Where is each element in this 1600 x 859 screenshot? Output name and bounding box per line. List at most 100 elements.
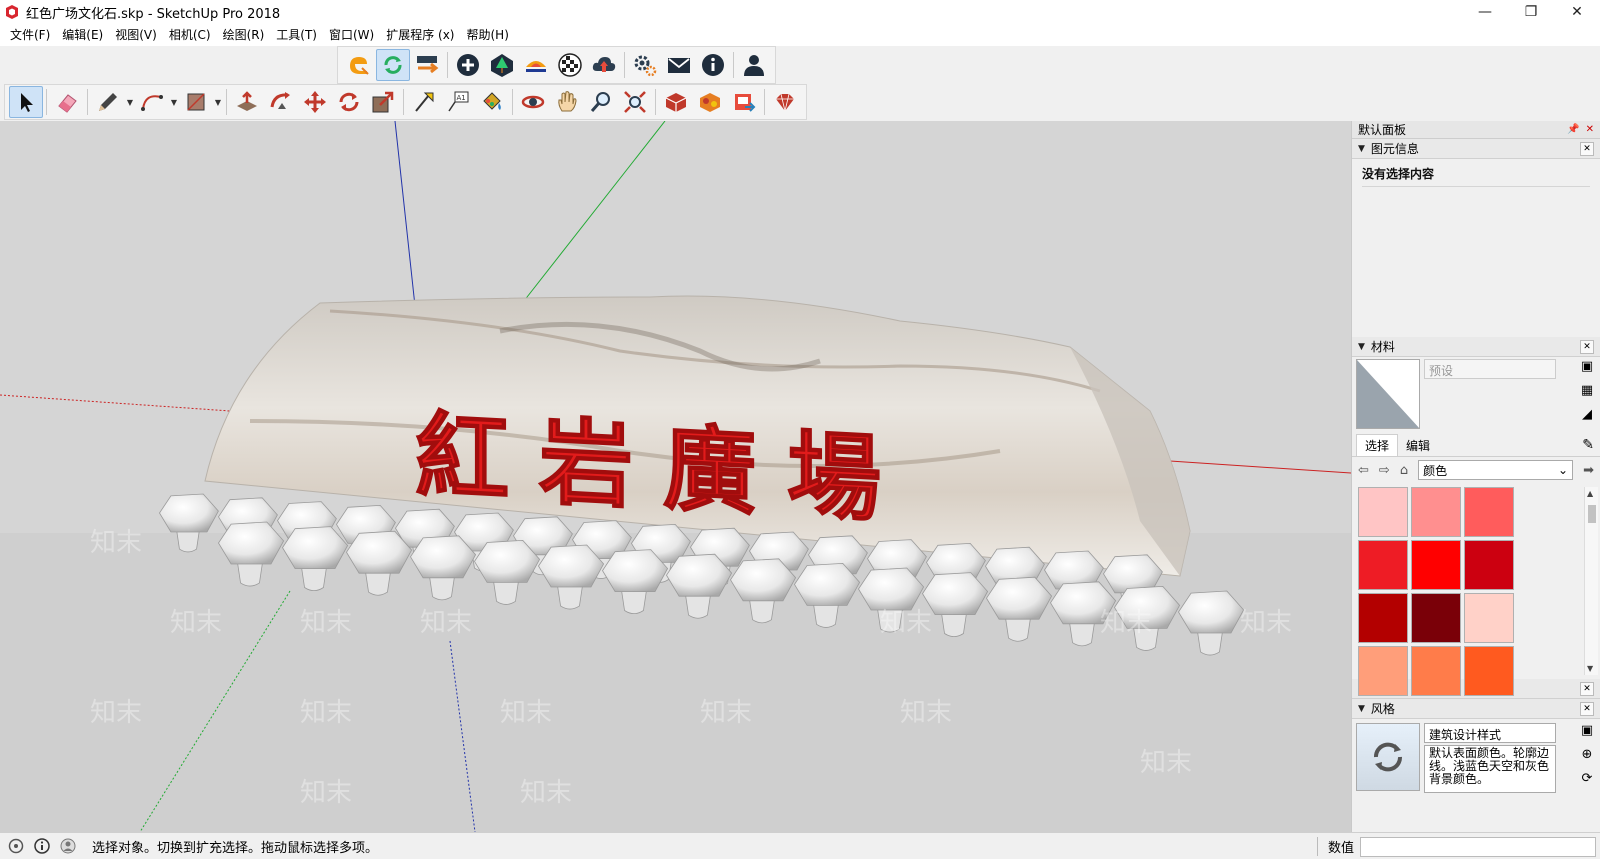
style-description-field[interactable]: 默认表面颜色。轮廓边线。浅蓝色天空和灰色背景颜色。: [1424, 745, 1556, 793]
zoom-icon[interactable]: [584, 86, 618, 118]
color-swatch[interactable]: [1358, 646, 1408, 696]
arc-icon[interactable]: [135, 86, 169, 118]
scale-icon[interactable]: [366, 86, 400, 118]
materials-header[interactable]: ▼ 材料 ✕: [1352, 337, 1600, 357]
chevron-down-icon[interactable]: ▼: [125, 86, 135, 118]
material-sample-icon[interactable]: ◢: [1578, 407, 1596, 425]
checker-icon[interactable]: [553, 49, 587, 81]
home-icon[interactable]: ⌂: [1400, 463, 1408, 478]
styles-header[interactable]: ▼ 风格 ✕: [1352, 699, 1600, 719]
color-swatch[interactable]: [1411, 593, 1461, 643]
send-to-layout-icon[interactable]: [727, 86, 761, 118]
back-arrow-icon[interactable]: ⇦: [1358, 463, 1369, 478]
info-icon[interactable]: [32, 836, 52, 856]
material-name-field[interactable]: 预设: [1424, 359, 1556, 379]
tab-edit[interactable]: 编辑: [1398, 435, 1438, 456]
forward-arrow-icon[interactable]: ⇨: [1379, 463, 1390, 478]
style-refresh-icon[interactable]: ⟳: [1578, 771, 1596, 789]
geo-location-icon[interactable]: [6, 836, 26, 856]
restore-button[interactable]: ❐: [1508, 0, 1554, 24]
pin-icon[interactable]: 📌: [1567, 124, 1579, 135]
menu-camera[interactable]: 相机(C): [163, 24, 217, 46]
rotate-icon[interactable]: [332, 86, 366, 118]
tab-select[interactable]: 选择: [1356, 434, 1399, 456]
model-scene[interactable]: 紅岩廣場 知末知末 知末 知末知末 知末 知末 知末知末知末知末 知末知末知末 知末: [0, 121, 1351, 832]
color-swatch[interactable]: [1464, 540, 1514, 590]
entity-info-header[interactable]: ▼ 图元信息 ✕: [1352, 139, 1600, 159]
style-create-icon[interactable]: ▣: [1578, 723, 1596, 741]
3d-warehouse-icon[interactable]: [659, 86, 693, 118]
extension-warehouse-icon[interactable]: [342, 49, 376, 81]
mail-icon[interactable]: [662, 49, 696, 81]
menu-window[interactable]: 窗口(W): [323, 24, 380, 46]
measurements-input[interactable]: [1360, 836, 1596, 857]
pencil-icon[interactable]: [91, 86, 125, 118]
style-name-field[interactable]: 建筑设计样式: [1424, 723, 1556, 743]
sync-icon[interactable]: [376, 49, 410, 81]
close-icon[interactable]: ✕: [1580, 701, 1594, 716]
details-arrow-icon[interactable]: ➡: [1583, 463, 1594, 478]
chevron-down-icon[interactable]: ▼: [169, 86, 179, 118]
menu-edit[interactable]: 编辑(E): [56, 24, 109, 46]
style-update-icon[interactable]: ⊕: [1578, 747, 1596, 765]
color-swatch[interactable]: [1464, 646, 1514, 696]
info-icon[interactable]: [696, 49, 730, 81]
scroll-down-icon[interactable]: ▼: [1587, 664, 1593, 673]
tree-icon[interactable]: [485, 49, 519, 81]
material-create-icon[interactable]: ▣: [1578, 359, 1596, 377]
zoom-extents-icon[interactable]: [618, 86, 652, 118]
color-swatch[interactable]: [1464, 593, 1514, 643]
close-icon[interactable]: ✕: [1586, 124, 1594, 135]
swatch-scrollbar[interactable]: ▲ ▼: [1584, 487, 1598, 675]
layers-icon[interactable]: [519, 49, 553, 81]
rectangle-icon[interactable]: [179, 86, 213, 118]
color-swatch[interactable]: [1358, 593, 1408, 643]
collapse-triangle-icon[interactable]: ▼: [1358, 704, 1365, 714]
color-swatch[interactable]: [1411, 540, 1461, 590]
menu-tools[interactable]: 工具(T): [270, 24, 323, 46]
menu-file[interactable]: 文件(F): [4, 24, 56, 46]
paint-bucket-icon[interactable]: [475, 86, 509, 118]
material-library-select[interactable]: 颜色 ⌄: [1418, 460, 1574, 480]
eyedropper-icon[interactable]: ✎: [1582, 437, 1594, 453]
color-swatch[interactable]: [1358, 487, 1408, 537]
material-default-icon[interactable]: ▦: [1578, 383, 1596, 401]
user-icon[interactable]: [737, 49, 771, 81]
menu-help[interactable]: 帮助(H): [460, 24, 514, 46]
close-icon[interactable]: ✕: [1580, 339, 1594, 354]
orbit-icon[interactable]: [516, 86, 550, 118]
menu-draw[interactable]: 绘图(R): [217, 24, 271, 46]
color-swatch[interactable]: [1411, 487, 1461, 537]
user-icon[interactable]: [58, 836, 78, 856]
eraser-icon[interactable]: [50, 86, 84, 118]
chevron-down-icon[interactable]: ▼: [213, 86, 223, 118]
select-icon[interactable]: [9, 86, 43, 118]
tape-measure-icon[interactable]: [407, 86, 441, 118]
scroll-thumb[interactable]: [1588, 505, 1596, 523]
gears-icon[interactable]: [628, 49, 662, 81]
ruby-icon[interactable]: [768, 86, 802, 118]
collapse-triangle-icon[interactable]: ▼: [1358, 144, 1365, 154]
scroll-up-icon[interactable]: ▲: [1587, 489, 1593, 498]
push-pull-icon[interactable]: [230, 86, 264, 118]
cloud-upload-icon[interactable]: [587, 49, 621, 81]
menu-extensions[interactable]: 扩展程序 (x): [380, 24, 460, 46]
components-icon[interactable]: [693, 86, 727, 118]
color-swatch[interactable]: [1411, 646, 1461, 696]
style-thumbnail[interactable]: [1356, 723, 1420, 791]
menu-view[interactable]: 视图(V): [109, 24, 163, 46]
model-viewport[interactable]: 紅岩廣場 知末 知末 知末 知末 知末 知末 知末 知末 知末 知末 知末 知末 知末 知末 知末: [0, 121, 1351, 832]
add-icon[interactable]: [451, 49, 485, 81]
pan-icon[interactable]: [550, 86, 584, 118]
text-icon[interactable]: A1: [441, 86, 475, 118]
minimize-button[interactable]: —: [1462, 0, 1508, 24]
color-swatch[interactable]: [1358, 540, 1408, 590]
red-axis: [1169, 460, 1351, 474]
follow-me-icon[interactable]: [264, 86, 298, 118]
close-icon[interactable]: ✕: [1580, 141, 1594, 156]
import-export-icon[interactable]: [410, 49, 444, 81]
close-button[interactable]: ✕: [1554, 0, 1600, 24]
move-icon[interactable]: [298, 86, 332, 118]
collapse-triangle-icon[interactable]: ▼: [1358, 342, 1365, 352]
color-swatch[interactable]: [1464, 487, 1514, 537]
